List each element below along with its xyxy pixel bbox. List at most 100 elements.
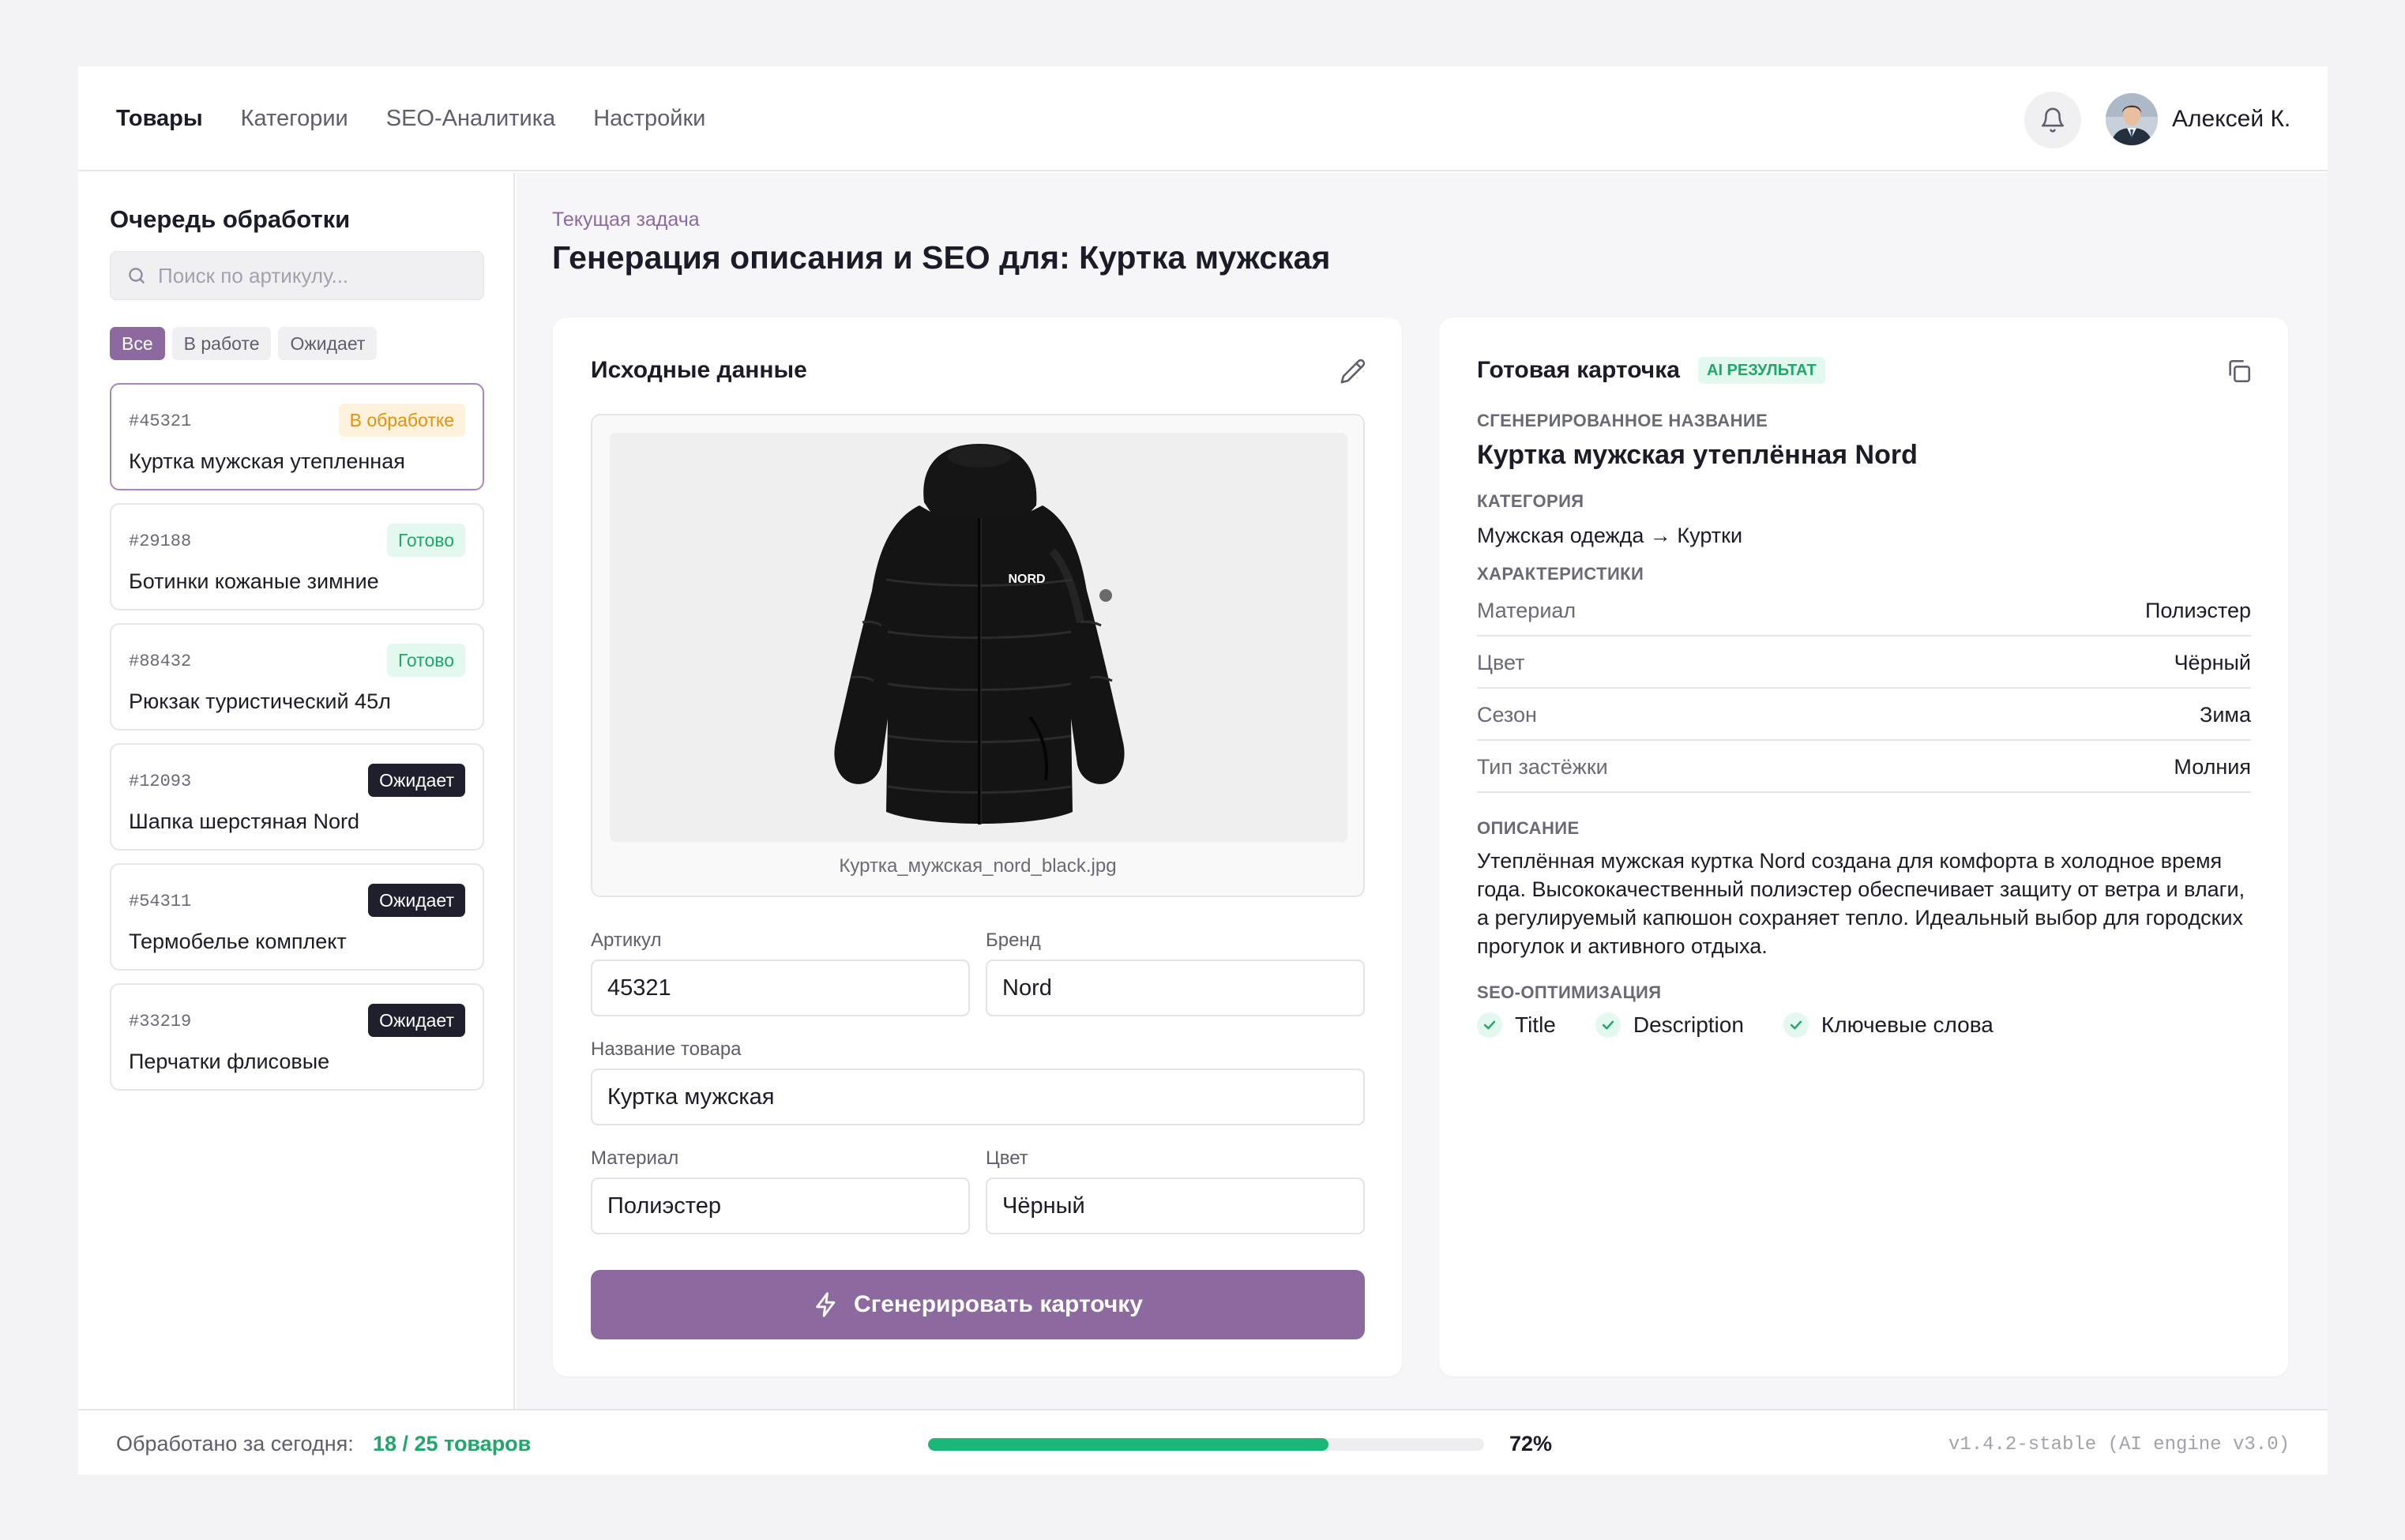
result-panel-title: Готовая карточка: [1477, 357, 1680, 383]
notifications-button[interactable]: [2024, 92, 2081, 148]
spec-row: Цвет Чёрный: [1477, 637, 2251, 689]
specs-label: ХАРАКТЕРИСТИКИ: [1477, 564, 1644, 584]
image-caption: Куртка_мужская_nord_black.jpg: [839, 855, 1117, 877]
filter-all[interactable]: Все: [110, 327, 165, 360]
gen-name-label: СГЕНЕРИРОВАННОЕ НАЗВАНИЕ: [1477, 411, 1768, 430]
filter-waiting[interactable]: Ожидает: [278, 327, 378, 360]
main-content: Текущая задача Генерация описания и SEO …: [517, 173, 2328, 1409]
spec-value: Чёрный: [2174, 651, 2251, 674]
filter-in-progress[interactable]: В работе: [171, 327, 272, 360]
description-label: ОПИСАНИЕ: [1477, 818, 1580, 838]
category-label: КАТЕГОРИЯ: [1477, 491, 1584, 511]
queue-item-id: #12093: [129, 772, 192, 791]
queue-item-name: Куртка мужская утепленная: [129, 449, 405, 473]
seo-item-keywords: Ключевые слова: [1783, 1012, 1994, 1038]
spec-value: Зима: [2200, 703, 2251, 727]
nav-item-seo-analytics[interactable]: SEO-Аналитика: [386, 106, 555, 132]
category-path: Мужская одежда → Куртки: [1477, 524, 1743, 547]
queue-item[interactable]: #29188 Готово Ботинки кожаные зимние: [110, 503, 484, 610]
product-image-box[interactable]: NORD Куртка_мужская_nord_black.jpg: [591, 414, 1365, 897]
queue-item-name: Рюкзак туристический 45л: [129, 689, 391, 713]
lightning-icon: [816, 1292, 836, 1317]
ai-result-badge: AI РЕЗУЛЬТАТ: [1698, 357, 1825, 384]
spec-row: Материал Полиэстер: [1477, 584, 2251, 637]
brand-input[interactable]: [987, 961, 1363, 1015]
search-icon: [129, 268, 145, 284]
color-label: Цвет: [986, 1147, 1028, 1169]
queue-item[interactable]: #45321 В обработке Куртка мужская утепле…: [110, 383, 484, 490]
nav-item-products[interactable]: Товары: [116, 106, 203, 132]
generate-button-label: Сгенерировать карточку: [854, 1291, 1143, 1317]
nav-item-categories[interactable]: Категории: [241, 106, 348, 132]
generated-name: Куртка мужская утеплённая Nord: [1477, 440, 1918, 470]
spec-row: Тип застёжки Молния: [1477, 741, 2251, 793]
color-input[interactable]: [987, 1179, 1363, 1233]
source-data-panel: Исходные данные NORD Куртка_мужская_nord…: [553, 317, 1402, 1377]
queue-item[interactable]: #12093 Ожидает Шапка шерстяная Nord: [110, 743, 484, 851]
edit-button[interactable]: [1337, 355, 1369, 387]
copy-icon: [2229, 359, 2251, 383]
queue-item[interactable]: #88432 Готово Рюкзак туристический 45л: [110, 623, 484, 731]
queue-list: #45321 В обработке Куртка мужская утепле…: [110, 383, 484, 1103]
product-name-field[interactable]: [591, 1069, 1365, 1125]
queue-item[interactable]: #33219 Ожидает Перчатки флисовые: [110, 983, 484, 1091]
queue-item-id: #33219: [129, 1012, 192, 1031]
sku-field[interactable]: [591, 960, 970, 1016]
spec-row: Сезон Зима: [1477, 689, 2251, 741]
generate-card-button[interactable]: Сгенерировать карточку: [591, 1270, 1365, 1339]
pencil-icon: [1340, 359, 1366, 384]
queue-item-id: #88432: [129, 652, 192, 671]
product-name-input[interactable]: [592, 1070, 1363, 1124]
result-card-panel: Готовая карточка AI РЕЗУЛЬТАТ СГЕНЕРИРОВ…: [1439, 317, 2288, 1377]
seo-item-label: Description: [1633, 1012, 1744, 1037]
brand-label: Бренд: [986, 930, 1041, 951]
spec-key: Тип застёжки: [1477, 755, 1608, 779]
queue-item[interactable]: #54311 Ожидает Термобелье комплект: [110, 863, 484, 971]
jacket-image: NORD: [610, 433, 1347, 842]
product-image: NORD: [610, 433, 1347, 842]
search-input[interactable]: [158, 263, 474, 288]
queue-item-id: #29188: [129, 531, 192, 551]
copy-button[interactable]: [2223, 355, 2255, 387]
queue-item-name: Термобелье комплект: [129, 930, 347, 953]
seo-item-description: Description: [1595, 1012, 1744, 1038]
search-box[interactable]: [110, 251, 484, 300]
sku-input[interactable]: [592, 961, 968, 1015]
status-badge: Ожидает: [368, 764, 465, 797]
color-field[interactable]: [986, 1178, 1365, 1234]
check-icon: [1783, 1012, 1809, 1038]
status-badge: Готово: [386, 524, 465, 557]
progress-percent: 72%: [1509, 1432, 1553, 1455]
seo-label: SEO-ОПТИМИЗАЦИЯ: [1477, 982, 1662, 1002]
app-window: Товары Категории SEO-Аналитика Настройки…: [78, 66, 2328, 1474]
filter-tabs: Все В работе Ожидает: [110, 327, 378, 360]
user-name[interactable]: Алексей К.: [2172, 66, 2290, 171]
queue-item-name: Перчатки флисовые: [129, 1050, 330, 1073]
user-avatar[interactable]: [2106, 93, 2158, 145]
material-label: Материал: [591, 1147, 679, 1169]
source-panel-title: Исходные данные: [591, 357, 807, 383]
material-field[interactable]: [591, 1178, 970, 1234]
page-title: Генерация описания и SEO для: Куртка муж…: [552, 239, 1331, 276]
progress-bar: [928, 1438, 1484, 1451]
jacket-brand-print: NORD: [1008, 573, 1045, 586]
processed-count: 18 / 25 товаров: [373, 1432, 532, 1455]
seo-item-label: Ключевые слова: [1821, 1012, 1994, 1037]
main-nav: Товары Категории SEO-Аналитика Настройки: [116, 66, 705, 171]
queue-item-id: #45321: [129, 411, 192, 431]
status-badge: В обработке: [338, 404, 465, 437]
material-input[interactable]: [592, 1179, 968, 1233]
brand-field[interactable]: [986, 960, 1365, 1016]
sidebar-queue: Очередь обработки Все В работе Ожидает #…: [78, 173, 515, 1409]
spec-value: Полиэстер: [2144, 599, 2251, 622]
spec-value: Молния: [2174, 755, 2251, 779]
status-footer: Обработано за сегодня: 18 / 25 товаров 7…: [78, 1409, 2328, 1474]
task-label: Текущая задача: [552, 208, 700, 231]
version-label: v1.4.2-stable (AI engine v3.0): [1948, 1434, 2290, 1455]
bell-icon: [2041, 107, 2065, 133]
status-badge: Готово: [386, 644, 465, 677]
seo-checklist: Title Description Ключевые слова: [1477, 1012, 1994, 1038]
seo-item-label: Title: [1515, 1012, 1556, 1037]
nav-item-settings[interactable]: Настройки: [593, 106, 705, 132]
queue-item-name: Шапка шерстяная Nord: [129, 809, 360, 833]
